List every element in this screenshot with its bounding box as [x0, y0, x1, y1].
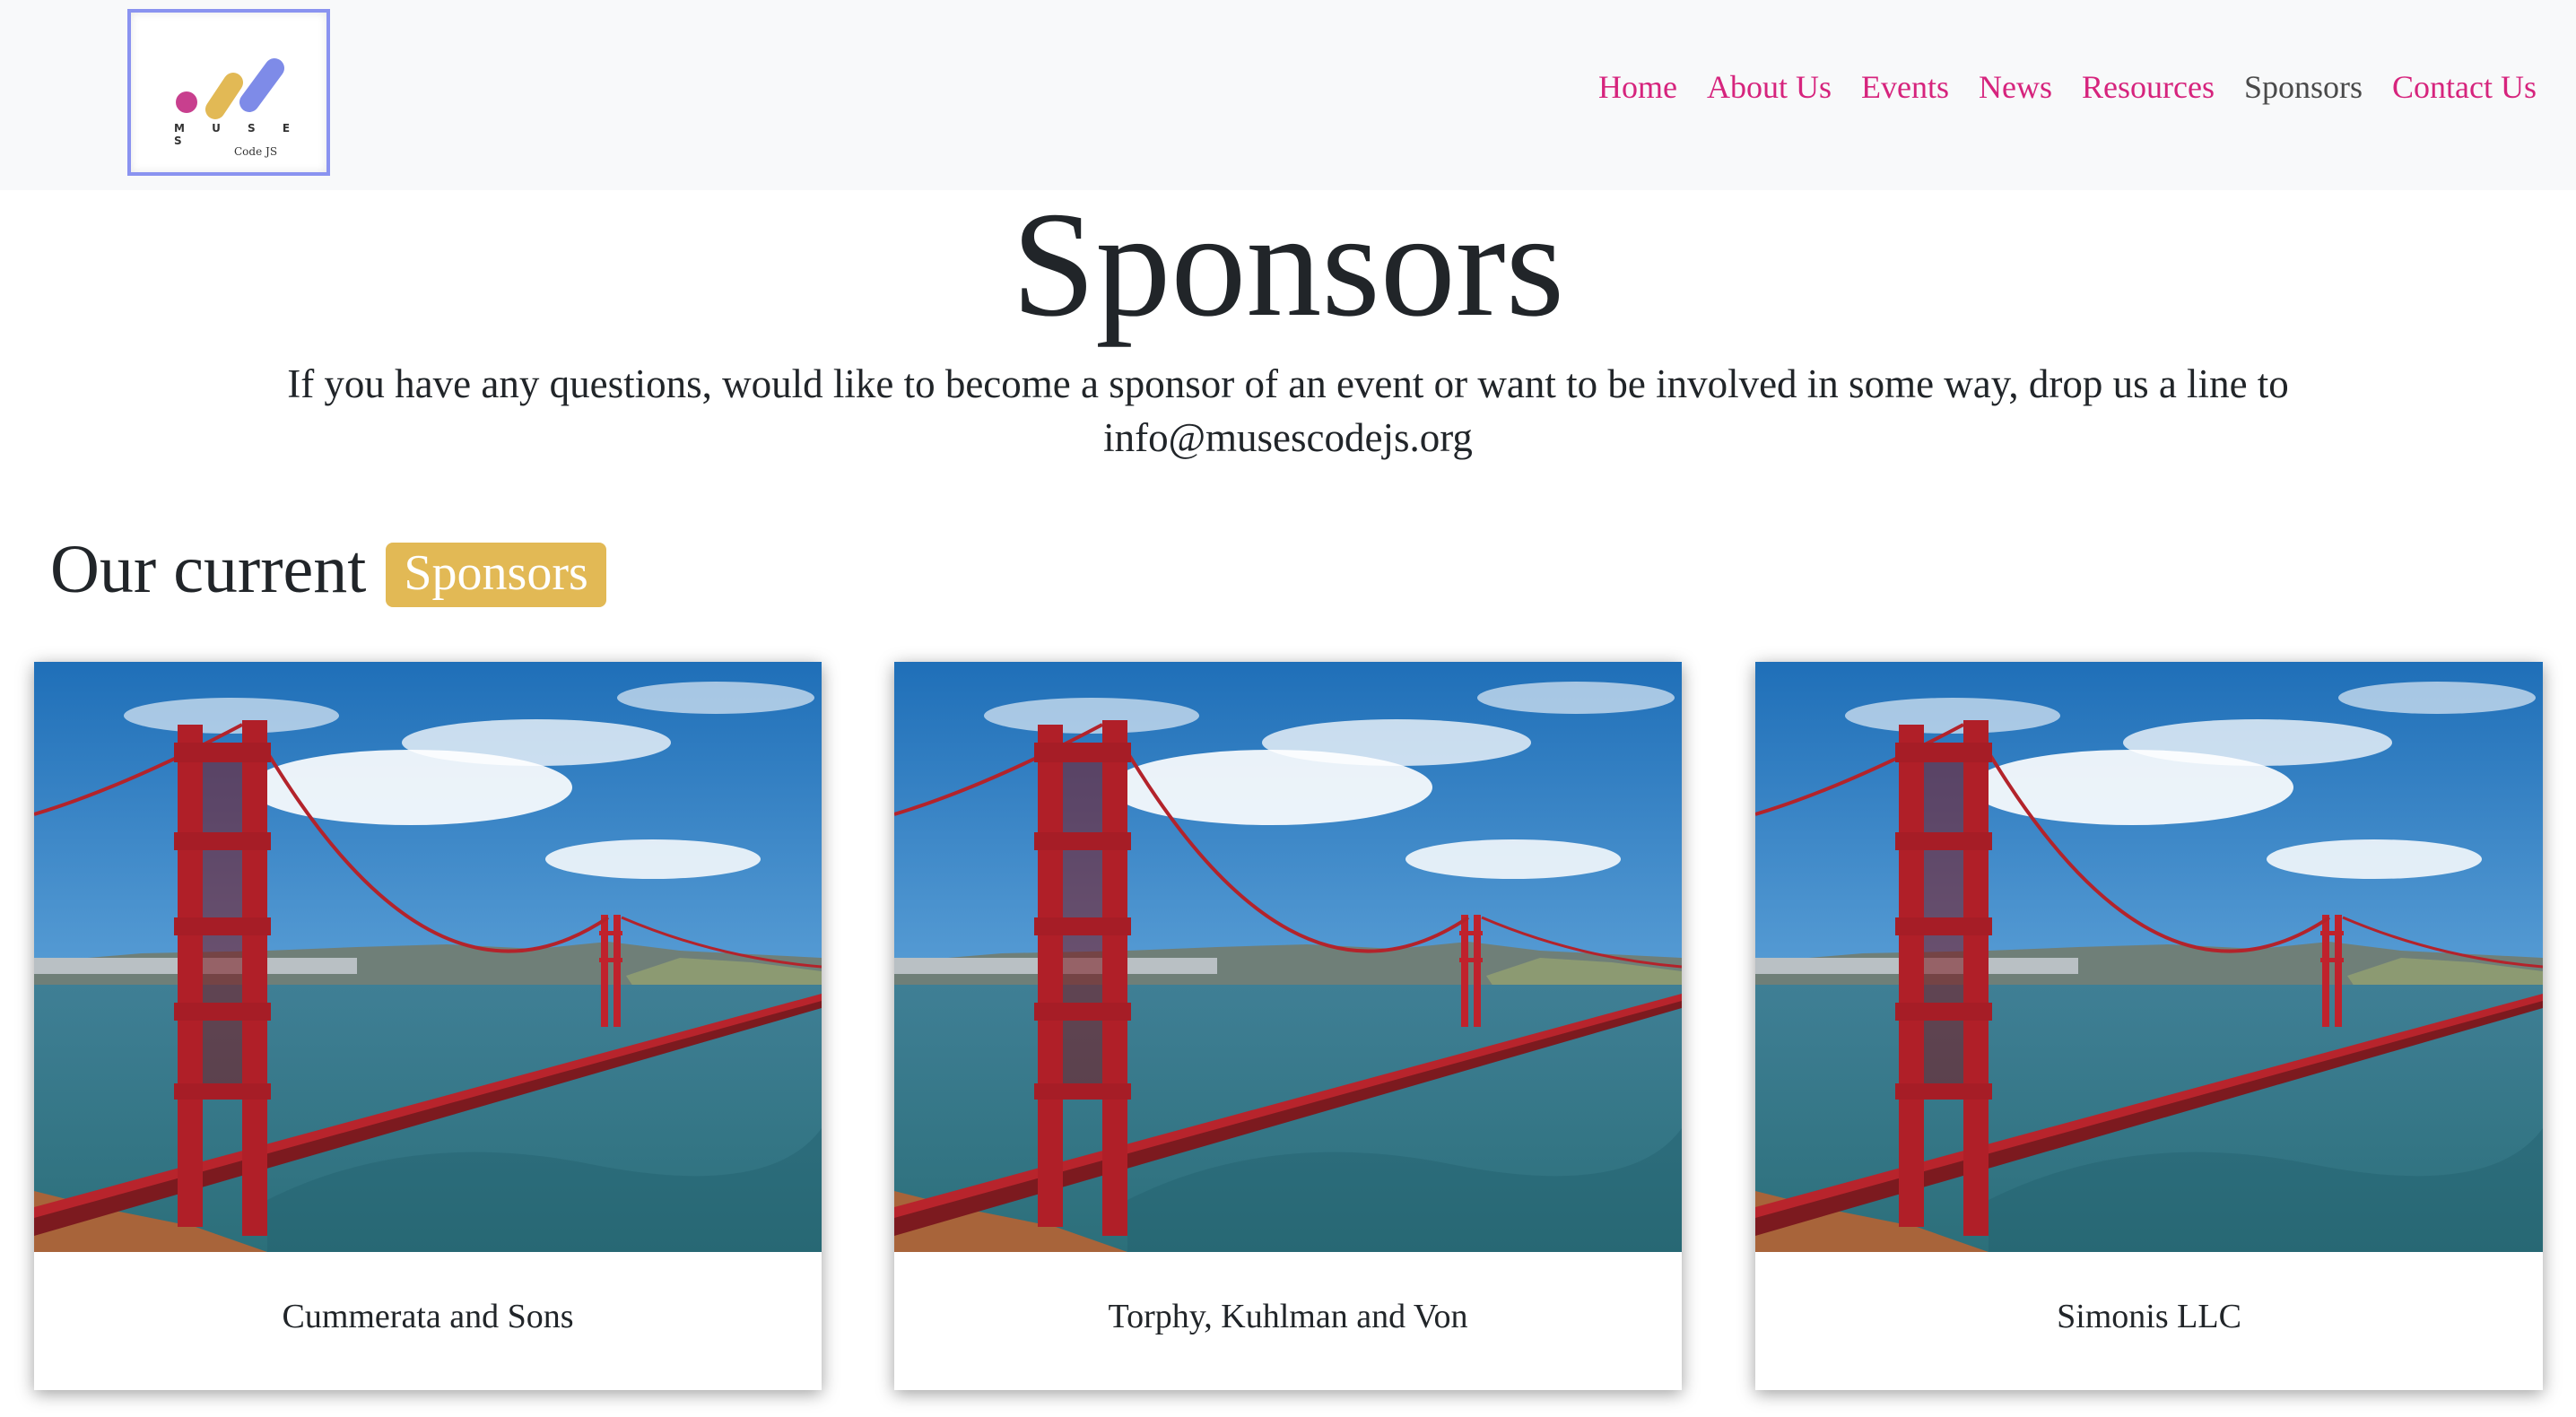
section-heading-text: Our current	[50, 532, 367, 607]
logo-link[interactable]: M U S E S Code JS	[127, 9, 330, 176]
sponsor-name: Simonis LLC	[2057, 1298, 2241, 1335]
sponsor-card[interactable]: Simonis LLC	[1755, 662, 2543, 1390]
main-nav: Home About Us Events News Resources Spon…	[1569, 68, 2537, 106]
nav-contact-us[interactable]: Contact Us	[2392, 68, 2537, 106]
logo-wordmark: M U S E S	[174, 122, 302, 147]
nav-sponsors[interactable]: Sponsors	[2244, 68, 2363, 106]
logo-subtext: Code JS	[234, 145, 278, 158]
muses-logo-icon	[176, 58, 284, 119]
nav-resources[interactable]: Resources	[2082, 68, 2215, 106]
nav-about-us[interactable]: About Us	[1707, 68, 1832, 106]
sponsor-name: Cummerata and Sons	[282, 1298, 574, 1335]
intro-text: If you have any questions, would like to…	[287, 361, 2289, 460]
sponsor-image	[34, 662, 822, 1252]
bridge-photo-icon	[1755, 662, 2543, 1252]
bridge-photo-icon	[34, 662, 822, 1252]
section-heading: Our current Sponsors	[50, 531, 606, 609]
sponsor-card[interactable]: Cummerata and Sons	[34, 662, 822, 1390]
sponsor-image	[1755, 662, 2543, 1252]
sponsors-badge: Sponsors	[386, 542, 606, 607]
sponsor-image	[894, 662, 1682, 1252]
bridge-photo-icon	[894, 662, 1682, 1252]
navbar: M U S E S Code JS Home About Us Events N…	[0, 0, 2576, 190]
sponsor-name: Torphy, Kuhlman and Von	[1108, 1298, 1468, 1335]
sponsor-card[interactable]: Torphy, Kuhlman and Von	[894, 662, 1682, 1390]
page-title: Sponsors	[1011, 181, 1565, 348]
nav-home[interactable]: Home	[1598, 68, 1677, 106]
nav-news[interactable]: News	[1979, 68, 2052, 106]
nav-events[interactable]: Events	[1861, 68, 1949, 106]
